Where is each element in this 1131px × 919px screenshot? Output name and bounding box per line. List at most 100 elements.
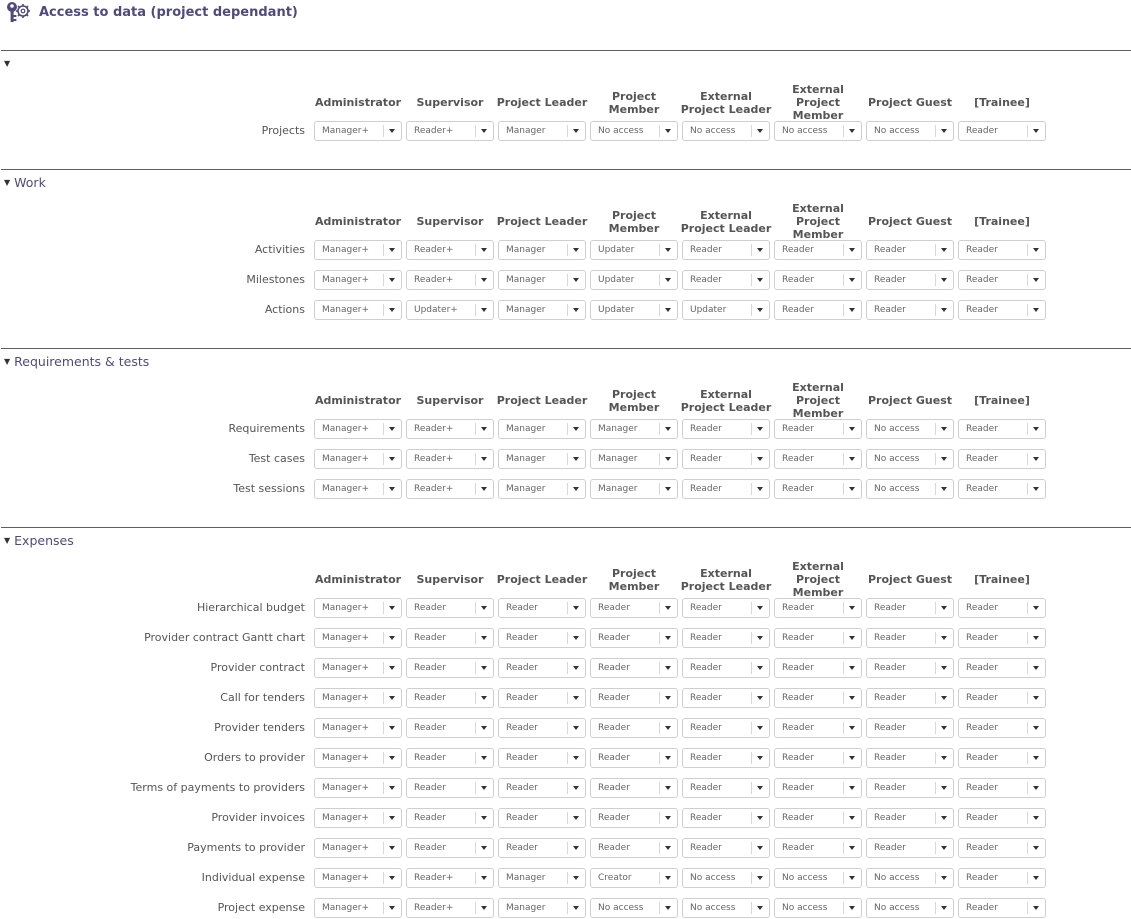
access-select[interactable]: Reader: [682, 628, 770, 648]
access-select[interactable]: Reader+: [406, 898, 494, 918]
access-select[interactable]: Reader: [774, 240, 862, 260]
access-select[interactable]: Reader: [406, 628, 494, 648]
access-select[interactable]: Reader: [866, 778, 954, 798]
access-select[interactable]: Manager+: [314, 300, 402, 320]
access-select[interactable]: Reader: [958, 240, 1046, 260]
access-select[interactable]: Reader: [406, 658, 494, 678]
access-select[interactable]: Reader: [590, 838, 678, 858]
section-toggle[interactable]: ▼: [4, 56, 14, 72]
access-select[interactable]: Reader: [590, 748, 678, 768]
access-select[interactable]: Reader: [958, 121, 1046, 141]
access-select[interactable]: Reader: [958, 449, 1046, 469]
access-select[interactable]: Reader: [866, 838, 954, 858]
section-toggle[interactable]: ▼ Work: [4, 175, 46, 191]
access-select[interactable]: Reader: [866, 808, 954, 828]
access-select[interactable]: Reader: [866, 688, 954, 708]
access-select[interactable]: Reader: [774, 658, 862, 678]
access-select[interactable]: Reader: [590, 658, 678, 678]
access-select[interactable]: Reader: [866, 628, 954, 648]
access-select[interactable]: Reader: [406, 598, 494, 618]
access-select[interactable]: Reader+: [406, 868, 494, 888]
access-select[interactable]: Reader: [774, 598, 862, 618]
access-select[interactable]: Manager: [498, 898, 586, 918]
access-select[interactable]: Reader: [590, 718, 678, 738]
access-select[interactable]: Reader: [406, 838, 494, 858]
access-select[interactable]: Reader: [498, 658, 586, 678]
access-select[interactable]: Reader: [682, 658, 770, 678]
access-select[interactable]: Reader+: [406, 419, 494, 439]
access-select[interactable]: Reader: [406, 778, 494, 798]
access-select[interactable]: Reader: [406, 808, 494, 828]
access-select[interactable]: Reader: [498, 808, 586, 828]
access-select[interactable]: Reader: [958, 868, 1046, 888]
access-select[interactable]: Reader: [958, 808, 1046, 828]
access-select[interactable]: Reader: [866, 658, 954, 678]
access-select[interactable]: Reader: [498, 838, 586, 858]
access-select[interactable]: Reader: [774, 838, 862, 858]
access-select[interactable]: No access: [866, 479, 954, 499]
access-select[interactable]: Manager: [498, 868, 586, 888]
access-select[interactable]: Updater: [682, 300, 770, 320]
access-select[interactable]: Reader: [406, 718, 494, 738]
access-select[interactable]: Reader: [682, 808, 770, 828]
access-select[interactable]: Manager+: [314, 419, 402, 439]
access-select[interactable]: Reader: [590, 598, 678, 618]
access-select[interactable]: Reader: [682, 240, 770, 260]
access-select[interactable]: Manager+: [314, 808, 402, 828]
access-select[interactable]: Reader: [498, 718, 586, 738]
access-select[interactable]: Reader: [774, 778, 862, 798]
access-select[interactable]: No access: [866, 898, 954, 918]
access-select[interactable]: Reader: [958, 479, 1046, 499]
access-select[interactable]: Reader: [774, 419, 862, 439]
access-select[interactable]: Manager+: [314, 598, 402, 618]
access-select[interactable]: Manager+: [314, 688, 402, 708]
access-select[interactable]: Manager+: [314, 718, 402, 738]
access-select[interactable]: No access: [774, 868, 862, 888]
access-select[interactable]: Manager+: [314, 658, 402, 678]
access-select[interactable]: Reader: [774, 688, 862, 708]
access-select[interactable]: Manager: [498, 121, 586, 141]
access-select[interactable]: Reader: [682, 778, 770, 798]
access-select[interactable]: Reader: [682, 748, 770, 768]
access-select[interactable]: Reader: [682, 449, 770, 469]
access-select[interactable]: Manager+: [314, 748, 402, 768]
access-select[interactable]: Manager: [498, 300, 586, 320]
access-select[interactable]: Reader: [866, 598, 954, 618]
access-select[interactable]: Reader: [682, 838, 770, 858]
access-select[interactable]: Reader: [682, 718, 770, 738]
access-select[interactable]: Reader: [774, 628, 862, 648]
access-select[interactable]: Reader: [498, 688, 586, 708]
access-select[interactable]: Updater: [590, 270, 678, 290]
access-select[interactable]: Reader: [866, 718, 954, 738]
access-select[interactable]: Reader: [498, 598, 586, 618]
access-select[interactable]: Reader+: [406, 240, 494, 260]
access-select[interactable]: Reader: [958, 270, 1046, 290]
access-select[interactable]: Reader: [958, 898, 1046, 918]
access-select[interactable]: Reader+: [406, 121, 494, 141]
access-select[interactable]: Reader: [682, 598, 770, 618]
access-select[interactable]: Reader+: [406, 449, 494, 469]
access-select[interactable]: Manager+: [314, 868, 402, 888]
access-select[interactable]: Reader: [590, 628, 678, 648]
access-select[interactable]: Manager+: [314, 838, 402, 858]
access-select[interactable]: Updater+: [406, 300, 494, 320]
access-select[interactable]: Updater: [590, 240, 678, 260]
access-select[interactable]: Reader: [774, 449, 862, 469]
access-select[interactable]: Manager: [590, 419, 678, 439]
access-select[interactable]: Reader+: [406, 479, 494, 499]
access-select[interactable]: No access: [774, 121, 862, 141]
access-select[interactable]: Manager+: [314, 121, 402, 141]
access-select[interactable]: Manager+: [314, 778, 402, 798]
access-select[interactable]: No access: [774, 898, 862, 918]
access-select[interactable]: Manager: [498, 270, 586, 290]
section-toggle[interactable]: ▼ Expenses: [4, 533, 74, 549]
access-select[interactable]: Reader: [406, 748, 494, 768]
access-select[interactable]: Manager+: [314, 270, 402, 290]
access-select[interactable]: Manager: [590, 479, 678, 499]
access-select[interactable]: No access: [866, 868, 954, 888]
access-select[interactable]: No access: [866, 419, 954, 439]
access-select[interactable]: No access: [682, 121, 770, 141]
access-select[interactable]: Reader: [958, 300, 1046, 320]
access-select[interactable]: Reader: [682, 419, 770, 439]
access-select[interactable]: Manager: [498, 240, 586, 260]
